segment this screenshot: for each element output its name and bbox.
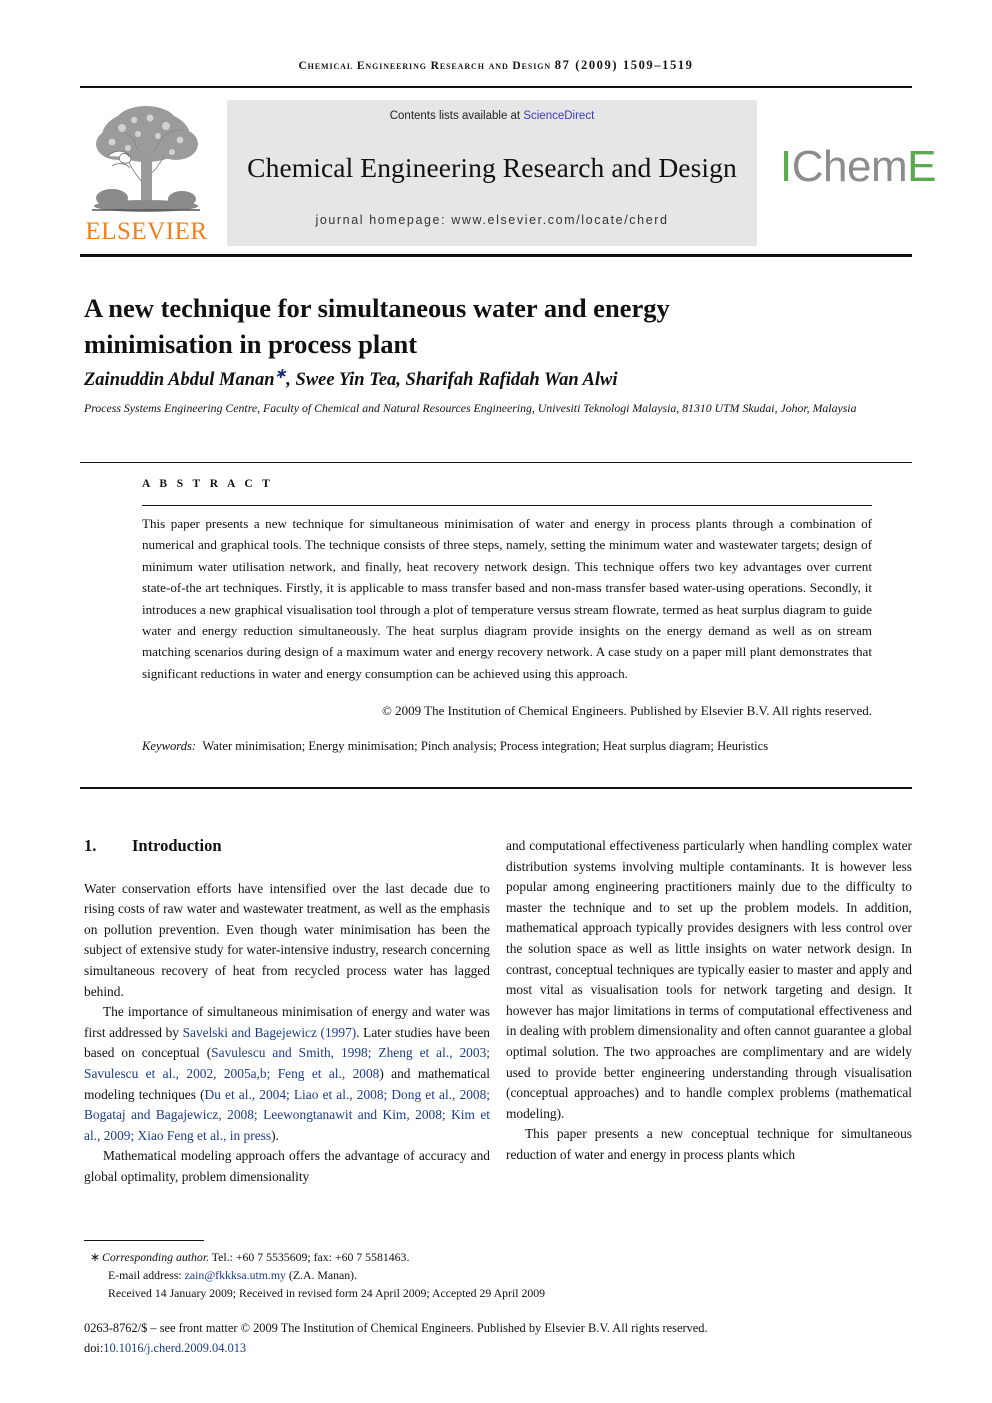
masthead-rule <box>80 254 912 258</box>
footnote-email-suffix: (Z.A. Manan). <box>285 1268 358 1283</box>
running-head-journal: Chemical Engineering Research and Design <box>298 60 552 72</box>
abstract-divider-rule <box>142 505 872 507</box>
abstract-label: A B S T R A C T <box>142 478 274 490</box>
footnote-contact: Tel.: +60 7 5535609; fax: +60 7 5581463. <box>209 1250 410 1264</box>
running-head: Chemical Engineering Research and Design… <box>80 58 912 73</box>
paragraph: and computational effectiveness particul… <box>506 838 912 1121</box>
footnote-star-marker: ∗ <box>90 1250 100 1264</box>
keywords-value: Water minimisation; Energy minimisation;… <box>202 739 769 753</box>
footnote-rule <box>84 1240 204 1242</box>
footnote-dates: Received 14 January 2009; Received in re… <box>108 1286 546 1301</box>
doi-link[interactable]: 10.1016/j.cherd.2009.04.013 <box>103 1341 246 1355</box>
icheme-logo-i: I <box>780 142 792 191</box>
imprint-frontmatter: 0263-8762/$ – see front matter © 2009 Th… <box>84 1321 708 1335</box>
footnote-block: ∗ Corresponding author. Tel.: +60 7 55356… <box>84 1248 914 1303</box>
section-title: Introduction <box>132 836 222 855</box>
imprint-block: 0263-8762/$ – see front matter © 2009 Th… <box>84 1318 914 1358</box>
section-heading-introduction: 1. Introduction <box>84 836 490 857</box>
elsevier-tree-icon <box>88 100 205 212</box>
paragraph: This paper presents a new conceptual tec… <box>506 1126 912 1162</box>
footnote-email-label: E-mail address: <box>108 1268 185 1283</box>
icheme-logo-e: E <box>907 142 936 191</box>
doi-label: doi: <box>84 1341 104 1355</box>
sciencedirect-link[interactable]: ScienceDirect <box>523 110 594 122</box>
icheme-logo-chem: Chem <box>791 142 908 191</box>
footnote-email-line: E-mail address: zain@fkkksa.utm.my (Z.A.… <box>108 1266 914 1284</box>
keywords: Keywords: Water minimisation; Energy min… <box>142 736 872 757</box>
header-rule <box>80 86 912 88</box>
article-page: Chemical Engineering Research and Design… <box>0 0 992 1403</box>
footnote-corresponding-line: ∗ Corresponding author. Tel.: +60 7 55356… <box>90 1248 914 1266</box>
abstract-body: This paper presents a new technique for … <box>142 516 872 681</box>
footnote-corresponding-label: Corresponding author. <box>102 1250 210 1264</box>
contents-lists-line: Contents lists available at ScienceDirec… <box>227 110 757 122</box>
journal-band: Contents lists available at ScienceDirec… <box>227 100 757 246</box>
abstract-copyright: © 2009 The Institution of Chemical Engin… <box>382 703 872 718</box>
journal-masthead: ELSEVIER Contents lists available at Sci… <box>80 98 936 248</box>
affiliation: Process Systems Engineering Centre, Facu… <box>84 401 857 415</box>
journal-homepage-line[interactable]: journal homepage: www.elsevier.com/locat… <box>227 213 757 227</box>
section-number: 1. <box>84 836 97 855</box>
author-list-rest: , Swee Yin Tea, Sharifah Rafidah Wan Alw… <box>286 370 618 391</box>
contents-lists-prefix: Contents lists available at <box>389 110 524 122</box>
citation-link[interactable]: Savelski and Bagejewicz (1997) <box>183 1025 357 1040</box>
email-link[interactable]: zain@fkkksa.utm.my <box>185 1268 286 1282</box>
elsevier-wordmark: ELSEVIER <box>85 218 208 245</box>
body-column-left: 1. Introduction Water conservation effort… <box>84 836 490 1188</box>
paragraph: Mathematical modeling approach offers th… <box>84 1148 490 1184</box>
paragraph: The importance of simultaneous minimisat… <box>84 1002 490 1146</box>
corresponding-author-marker[interactable]: ∗ <box>275 367 287 382</box>
abstract-bottom-rule <box>80 787 912 789</box>
author-list: Zainuddin Abdul Manan∗, Swee Yin Tea, Sh… <box>84 366 884 391</box>
paragraph: Water conservation efforts have intensif… <box>84 880 490 999</box>
page-title: A new technique for simultaneous water a… <box>84 292 670 359</box>
icheme-logo[interactable]: IChemE <box>780 140 936 198</box>
abstract-top-rule <box>80 462 912 464</box>
author-corresponding: Zainuddin Abdul Manan <box>84 370 275 391</box>
running-head-volume: 87 (2009) 1509–1519 <box>554 58 694 72</box>
imprint-doi-line: doi:10.1016/j.cherd.2009.04.013 <box>84 1338 914 1358</box>
journal-title: Chemical Engineering Research and Design <box>247 152 737 183</box>
body-column-right: and computational effectiveness particul… <box>506 836 912 1166</box>
paragraph-text: ). <box>271 1127 279 1143</box>
elsevier-logo[interactable]: ELSEVIER <box>80 100 213 248</box>
keywords-label: Keywords: <box>142 739 197 753</box>
